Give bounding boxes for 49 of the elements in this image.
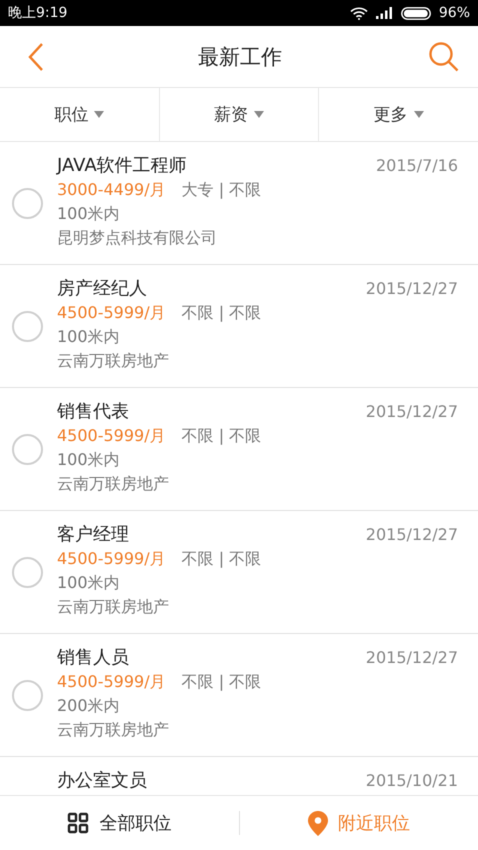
company-name: 昆明梦点科技有限公司 (57, 228, 218, 249)
job-title: 客户经理 (57, 523, 129, 546)
post-date: 2015/12/27 (366, 525, 458, 544)
distance: 100米内 (57, 204, 121, 225)
company-name: 云南万联房地产 (57, 351, 170, 372)
chevron-left-icon (28, 42, 44, 72)
radio-button[interactable] (12, 556, 43, 588)
status-time: 晚上9:19 (8, 4, 68, 22)
location-pin-icon (308, 810, 328, 836)
salary: 4500-5999/月 (57, 672, 166, 693)
page-title: 最新工作 (198, 44, 282, 70)
job-title: 销售代表 (57, 400, 129, 423)
requirements: 不限 | 不限 (182, 303, 262, 324)
post-date: 2015/7/16 (376, 156, 458, 175)
company-name: 云南万联房地产 (57, 720, 170, 741)
job-title: 办公室文员 (57, 769, 147, 792)
requirements: 不限 | 不限 (182, 672, 262, 693)
caret-down-icon (94, 111, 104, 118)
salary: 4500-5999/月 (57, 426, 166, 447)
post-date: 2015/10/21 (366, 771, 458, 790)
radio-button[interactable] (12, 188, 43, 218)
battery-percent: 96% (438, 5, 470, 21)
requirements: 不限 | 不限 (182, 426, 262, 447)
signal-icon (376, 7, 393, 19)
job-title: JAVA软件工程师 (57, 154, 187, 177)
battery-icon (400, 6, 431, 20)
radio-button[interactable] (12, 310, 43, 342)
distance: 200米内 (57, 696, 121, 717)
requirements: 大专 | 不限 (182, 180, 262, 201)
radio-button[interactable] (12, 680, 43, 710)
distance: 100米内 (57, 327, 121, 348)
post-date: 2015/12/27 (366, 402, 458, 421)
job-title: 销售人员 (57, 646, 129, 669)
distance: 100米内 (57, 573, 121, 594)
post-date: 2015/12/27 (366, 648, 458, 667)
distance: 100米内 (57, 450, 121, 471)
salary: 4500-5999/月 (57, 303, 166, 324)
radio-button[interactable] (12, 434, 43, 464)
requirements: 不限 | 不限 (182, 549, 262, 570)
caret-down-icon (414, 111, 424, 118)
wifi-icon (350, 6, 368, 20)
caret-down-icon (254, 111, 264, 118)
post-date: 2015/12/27 (366, 279, 458, 298)
company-name: 云南万联房地产 (57, 597, 170, 618)
grid-icon (67, 812, 90, 834)
salary: 4500-5999/月 (57, 549, 166, 570)
job-title: 房产经纪人 (57, 277, 147, 300)
company-name: 云南万联房地产 (57, 474, 170, 495)
salary: 3000-4499/月 (57, 180, 166, 201)
